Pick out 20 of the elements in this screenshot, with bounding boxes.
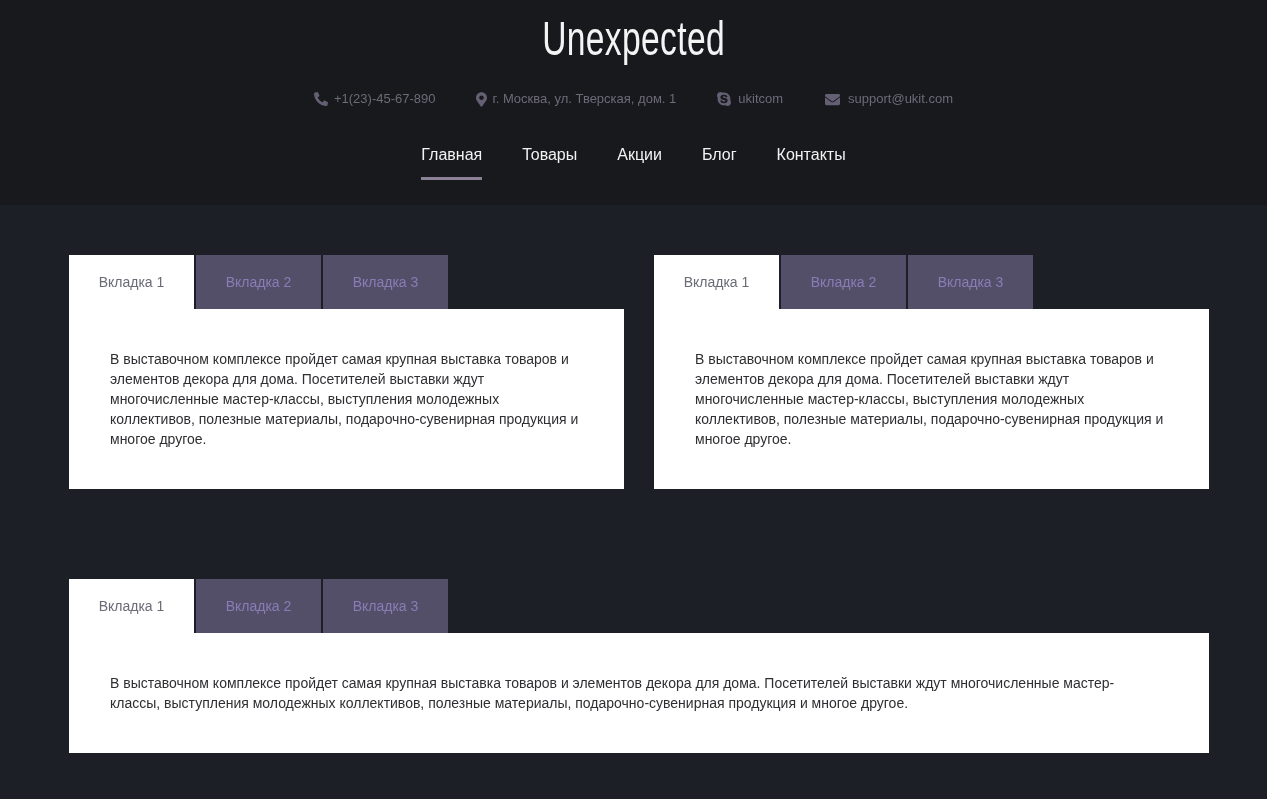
envelope-icon	[823, 91, 843, 107]
contact-text: +1(23)-45-67-890	[333, 90, 436, 108]
contact-text: ukitcom	[738, 90, 784, 108]
panel-text: В выставочном комплексе пройдет самая крупная выставка товаров и элементов декора для дома. Посетителей выставки ждут многочисленные мастер-классы, выступления молодежных коллективов, полезные материалы, подарочно-сувенирная продукция и многое другое.	[110, 350, 580, 449]
tab[interactable]: Вкладка 1	[69, 579, 194, 633]
nav-link[interactable]: Товары	[522, 143, 578, 180]
contact-text: г. Москва, ул. Тверская, дом. 1	[492, 90, 677, 108]
tab[interactable]: Вкладка 1	[69, 255, 194, 309]
nav-link[interactable]: Главная	[421, 143, 483, 180]
nav-link[interactable]: Блог	[702, 143, 737, 180]
phone-icon	[313, 92, 328, 106]
contact-text: support@ukit.com	[848, 90, 954, 108]
site-title: Unexpected	[542, 12, 725, 66]
tab[interactable]: Вкладка 1	[654, 255, 779, 309]
panel-text: В выставочном комплексе пройдет самая крупная выставка товаров и элементов декора для дома. Посетителей выставки ждут многочисленные мастер-классы, выступления молодежных коллективов, полезные материалы, подарочно-сувенирная продукция и многое другое.	[110, 674, 1116, 713]
s-logo-icon	[716, 91, 733, 107]
map-pin-icon	[475, 91, 487, 107]
nav-link[interactable]: Контакты	[776, 143, 846, 180]
panel-text: В выставочном комплексе пройдет самая крупная выставка товаров и элементов декора для дома. Посетителей выставки ждут многочисленные мастер-классы, выступления молодежных коллективов, полезные материалы, подарочно-сувенирная продукция и многое другое.	[695, 350, 1165, 449]
nav-link[interactable]: Акции	[617, 143, 662, 180]
